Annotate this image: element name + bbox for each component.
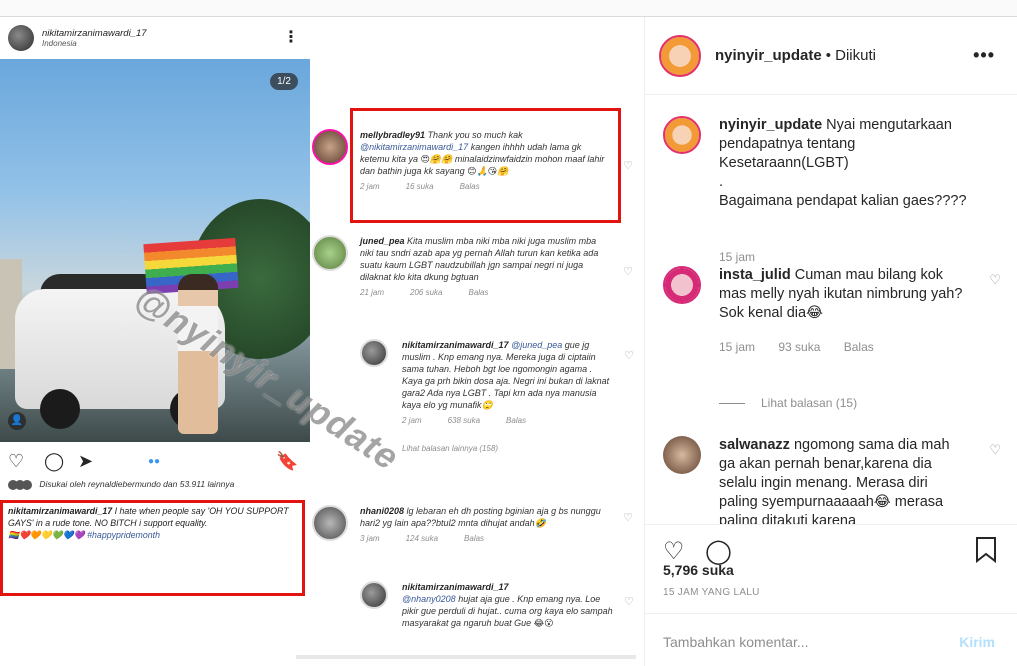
embedded-more-icon: ⋮ bbox=[283, 29, 299, 46]
add-comment-bar: Tambahkan komentar... Kirim bbox=[645, 613, 1017, 666]
commenter-avatar bbox=[360, 339, 388, 367]
comment-likes[interactable]: 93 suka bbox=[778, 340, 820, 354]
embedded-location: Indonesia bbox=[42, 39, 77, 48]
comment-author[interactable]: insta_julid bbox=[719, 267, 791, 283]
reply-button[interactable]: Balas bbox=[844, 340, 874, 354]
embedded-post-header: nikitamirzanimawardi_17 Indonesia bbox=[8, 25, 147, 51]
post-image[interactable]: nikitamirzanimawardi_17 Indonesia ⋮ 1/2 … bbox=[0, 17, 645, 666]
share-icon: ➤ bbox=[78, 451, 94, 471]
scroll-strip bbox=[296, 655, 636, 659]
commenter-avatar bbox=[312, 505, 348, 541]
embedded-actions: ♡ ◯ ➤ ●● 🔖 bbox=[8, 451, 300, 473]
bookmark-icon: 🔖 bbox=[276, 451, 299, 471]
heart-icon: ♡ bbox=[623, 512, 633, 524]
comment-author[interactable]: salwanazz bbox=[719, 437, 790, 453]
embedded-caption: nikitamirzanimawardi_17 I hate when peop… bbox=[8, 505, 298, 541]
carousel-dots-icon: ●● bbox=[148, 456, 161, 467]
heart-icon: ♡ bbox=[623, 160, 633, 172]
send-button[interactable]: Kirim bbox=[959, 634, 995, 650]
caption-emojis: 🏳️‍🌈❤️🧡💛💚💙💜 bbox=[8, 530, 85, 540]
avatar[interactable] bbox=[663, 116, 701, 154]
heart-icon: ♡ bbox=[624, 350, 634, 362]
embedded-username: nikitamirzanimawardi_17 bbox=[42, 28, 147, 39]
post-author-link[interactable]: nyinyir_update bbox=[715, 47, 822, 64]
caption-comment: nyinyir_update Nyai mengutarkaan pendapa… bbox=[663, 116, 1003, 266]
commenter-avatar bbox=[360, 581, 388, 609]
comment-list[interactable]: nyinyir_update Nyai mengutarkaan pendapa… bbox=[645, 96, 1017, 524]
like-comment-icon[interactable]: ♡ bbox=[989, 442, 1001, 458]
like-comment-icon[interactable]: ♡ bbox=[989, 272, 1001, 288]
commenter-avatar bbox=[312, 129, 348, 165]
following-label[interactable]: • Diikuti bbox=[826, 47, 876, 64]
car-wheel bbox=[40, 389, 80, 429]
comment-item: salwanazz ngomong sama dia mah ga akan p… bbox=[663, 436, 1003, 524]
avatar[interactable] bbox=[663, 266, 701, 304]
heart-icon: ♡ bbox=[8, 451, 25, 471]
commenter-avatar bbox=[312, 235, 348, 271]
heart-icon: ♡ bbox=[623, 266, 633, 278]
embedded-comment: juned_pea Kita muslim mba niki mba niki … bbox=[312, 235, 637, 325]
comments-panel: nyinyir_update • Diikuti ••• nyinyir_upd… bbox=[645, 17, 1017, 666]
heart-icon: ♡ bbox=[624, 596, 634, 608]
comment-icon: ◯ bbox=[44, 451, 65, 471]
comment-item: insta_julid Cuman mau bilang kok mas mel… bbox=[663, 266, 1003, 406]
comment-author[interactable]: nyinyir_update bbox=[719, 117, 822, 133]
like-count[interactable]: 5,796 suka bbox=[663, 562, 734, 578]
save-icon[interactable] bbox=[975, 537, 997, 570]
add-comment-input[interactable]: Tambahkan komentar... bbox=[663, 634, 809, 650]
user-tag-icon: 👤 bbox=[8, 412, 26, 430]
image-counter: 1/2 bbox=[270, 73, 298, 90]
view-replies-button[interactable]: Lihat balasan (15) bbox=[719, 396, 857, 410]
avatar[interactable] bbox=[659, 34, 701, 77]
embedded-reply: nikitamirzanimawardi_17 @nhany0208 hujat… bbox=[360, 581, 638, 661]
comment-time[interactable]: 15 jam bbox=[719, 250, 755, 264]
embedded-likes: Disukai oleh reynaldiebermundo dan 53.91… bbox=[8, 479, 298, 490]
embedded-avatar bbox=[8, 25, 34, 51]
caption-hashtag: #happypridemonth bbox=[87, 530, 161, 540]
post-timestamp[interactable]: 15 JAM YANG LALU bbox=[663, 587, 760, 598]
post-viewer: nikitamirzanimawardi_17 Indonesia ⋮ 1/2 … bbox=[0, 16, 1017, 666]
action-bar: ♡ ◯ bbox=[645, 524, 1017, 565]
embedded-comment: mellybradley91 Thank you so much kak @ni… bbox=[312, 129, 637, 219]
embedded-reply: nikitamirzanimawardi_17 @juned_pea gue j… bbox=[360, 339, 638, 499]
more-options-icon[interactable]: ••• bbox=[973, 45, 995, 66]
caption-user: nikitamirzanimawardi_17 bbox=[8, 506, 113, 516]
post-header: nyinyir_update • Diikuti ••• bbox=[645, 17, 1017, 95]
comment-time[interactable]: 15 jam bbox=[719, 340, 755, 354]
avatar[interactable] bbox=[663, 436, 701, 474]
embedded-comment: nhani0208 lg lebaran eh dh posting bgini… bbox=[312, 505, 637, 565]
